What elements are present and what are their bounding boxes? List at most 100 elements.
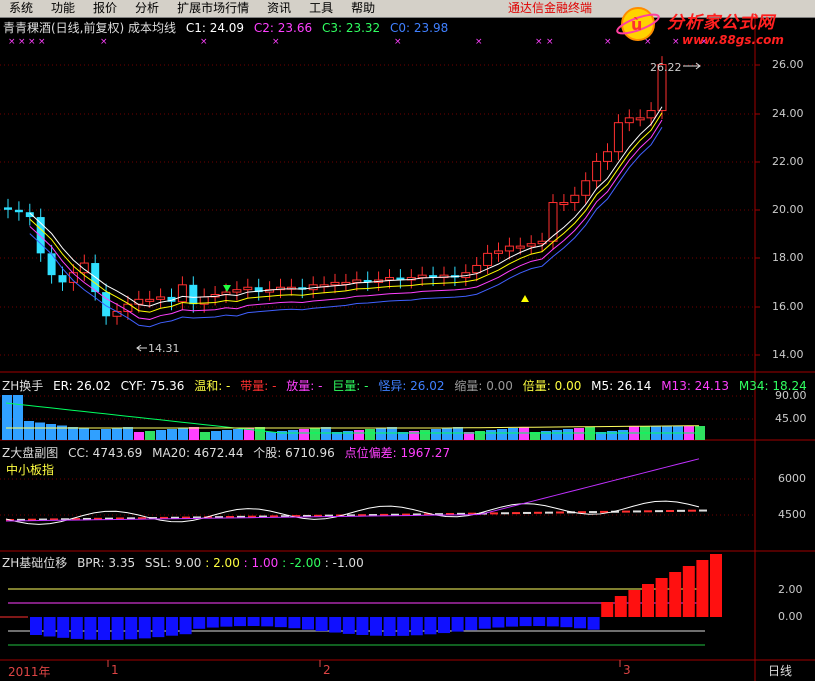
candle-body [494,250,503,254]
market-tick [545,511,553,514]
turnover-bar [222,430,232,440]
candle-body [145,298,155,302]
market-tick [523,511,531,514]
turnover-bar [200,432,210,440]
turnover-bar [35,422,45,440]
svg-text:×: × [546,37,554,47]
index-name: 中小板指 [6,463,55,477]
candle-body [134,298,144,305]
candle-body [483,252,493,266]
price-axis-label: 22.00 [772,155,804,168]
bpr-bar [84,617,97,640]
c2-value: C2: 23.66 [253,21,313,35]
bpr-bar [166,617,178,636]
bpr-bar [424,617,437,635]
moving-average-lines [29,106,663,328]
candle-body [504,245,514,252]
candle-body [385,277,394,281]
turnover-bar [123,427,133,440]
candle-body [352,279,362,283]
dailiang-value: 带量: - [240,379,277,393]
bpr-bar [587,617,600,630]
bpr-value: BPR: 3.35 [77,556,136,570]
market-tick [644,510,652,513]
turnover-bar [574,428,584,440]
logo-name: 分析家公式网 [667,13,775,33]
bpr-name: ZH基础位移 [2,556,68,570]
bpr-bar [57,617,70,638]
main-chart-header: 青青稞酒(日线,前复权) 成本均线 C1: 24.09 C2: 23.66 C3… [3,19,448,36]
bpr-bar [193,617,206,629]
bpr-bar [533,617,546,627]
cyf-value: CYF: 75.36 [120,379,185,393]
turnover-bar [178,428,188,440]
turnover-bar [497,429,507,440]
candle-body [156,296,166,300]
wenhe-value: 温和: - [194,379,231,393]
turnover-bar [145,431,155,440]
bpr-v3: : -2.00 [282,556,321,570]
bpr-bar [356,617,369,635]
turnover-axis-label: 45.00 [775,412,807,425]
main-chart-title: 青青稞酒(日线,前复权) 成本均线 [3,21,176,35]
bpr-bar [574,617,586,629]
svg-text:×: × [604,37,612,47]
bpr-bar [710,554,722,617]
bpr-bar [315,617,328,632]
period-button[interactable]: 日线 [768,662,792,679]
bpr-axis-label: 2.00 [778,583,803,596]
turnover-bar [134,432,144,440]
bpr-header: ZH基础位移 BPR: 3.35 SSL: 9.00 : 2.00 : 1.00… [2,554,364,571]
date-month: 2 [323,663,331,677]
turnover-bar [563,429,573,440]
bpr-bar [247,617,260,627]
turnover-bar [112,428,122,440]
bpr-bar [302,617,314,630]
turnover-bar [354,430,364,440]
chart-canvas: × × × × × × × × × × × × × × × [0,18,815,681]
bpr-bar [98,617,110,640]
bpr-bar [329,617,342,633]
price-axis-label: 24.00 [772,107,804,120]
turnover-header: ZH换手 ER: 26.02 CYF: 75.36 温和: - 带量: - 放量… [2,377,807,394]
candle-body [25,212,34,218]
bpr-bar [478,617,491,629]
bpr-bar [30,617,42,635]
turnover-bar [607,431,617,440]
candle-body [232,289,242,293]
turnover-bar [475,431,485,440]
turnover-bar [618,430,628,440]
bpr-axis-label: 0.00 [778,610,803,623]
bpr-bar [342,617,355,634]
turnover-bar [68,427,78,440]
bpr-v1: : 2.00 [205,556,240,570]
bpr-bar [628,590,641,617]
price-axis-label: 26.00 [772,58,804,71]
turnover-bar [486,430,496,440]
sell-signal-marker [521,295,529,302]
bpr-bar [642,584,654,617]
c1-value: C1: 24.09 [185,21,245,35]
price-axis-label: 14.00 [772,348,804,361]
bpr-bar [125,617,138,640]
turnover-axis-label: 90.00 [775,389,807,402]
market-tick [688,509,696,512]
svg-text:×: × [272,37,280,47]
candle-body [14,209,23,213]
bpr-bar [410,617,423,636]
bpr-bar [274,617,287,628]
gegu-value: 个股: 6710.96 [253,446,335,460]
turnover-bar [90,430,100,440]
candle-body [515,245,525,249]
bpr-v2: : 1.00 [243,556,279,570]
bpr-bar [614,596,627,617]
candle-body [646,110,656,119]
ma20-value: MA20: 4672.44 [152,446,244,460]
candle-body [243,286,253,291]
candle-body [177,284,187,303]
bpr-bar [669,572,682,617]
candle-body [526,243,536,247]
turnover-bar [2,395,12,440]
svg-text:×: × [38,37,46,47]
bpr-bar [152,617,165,638]
